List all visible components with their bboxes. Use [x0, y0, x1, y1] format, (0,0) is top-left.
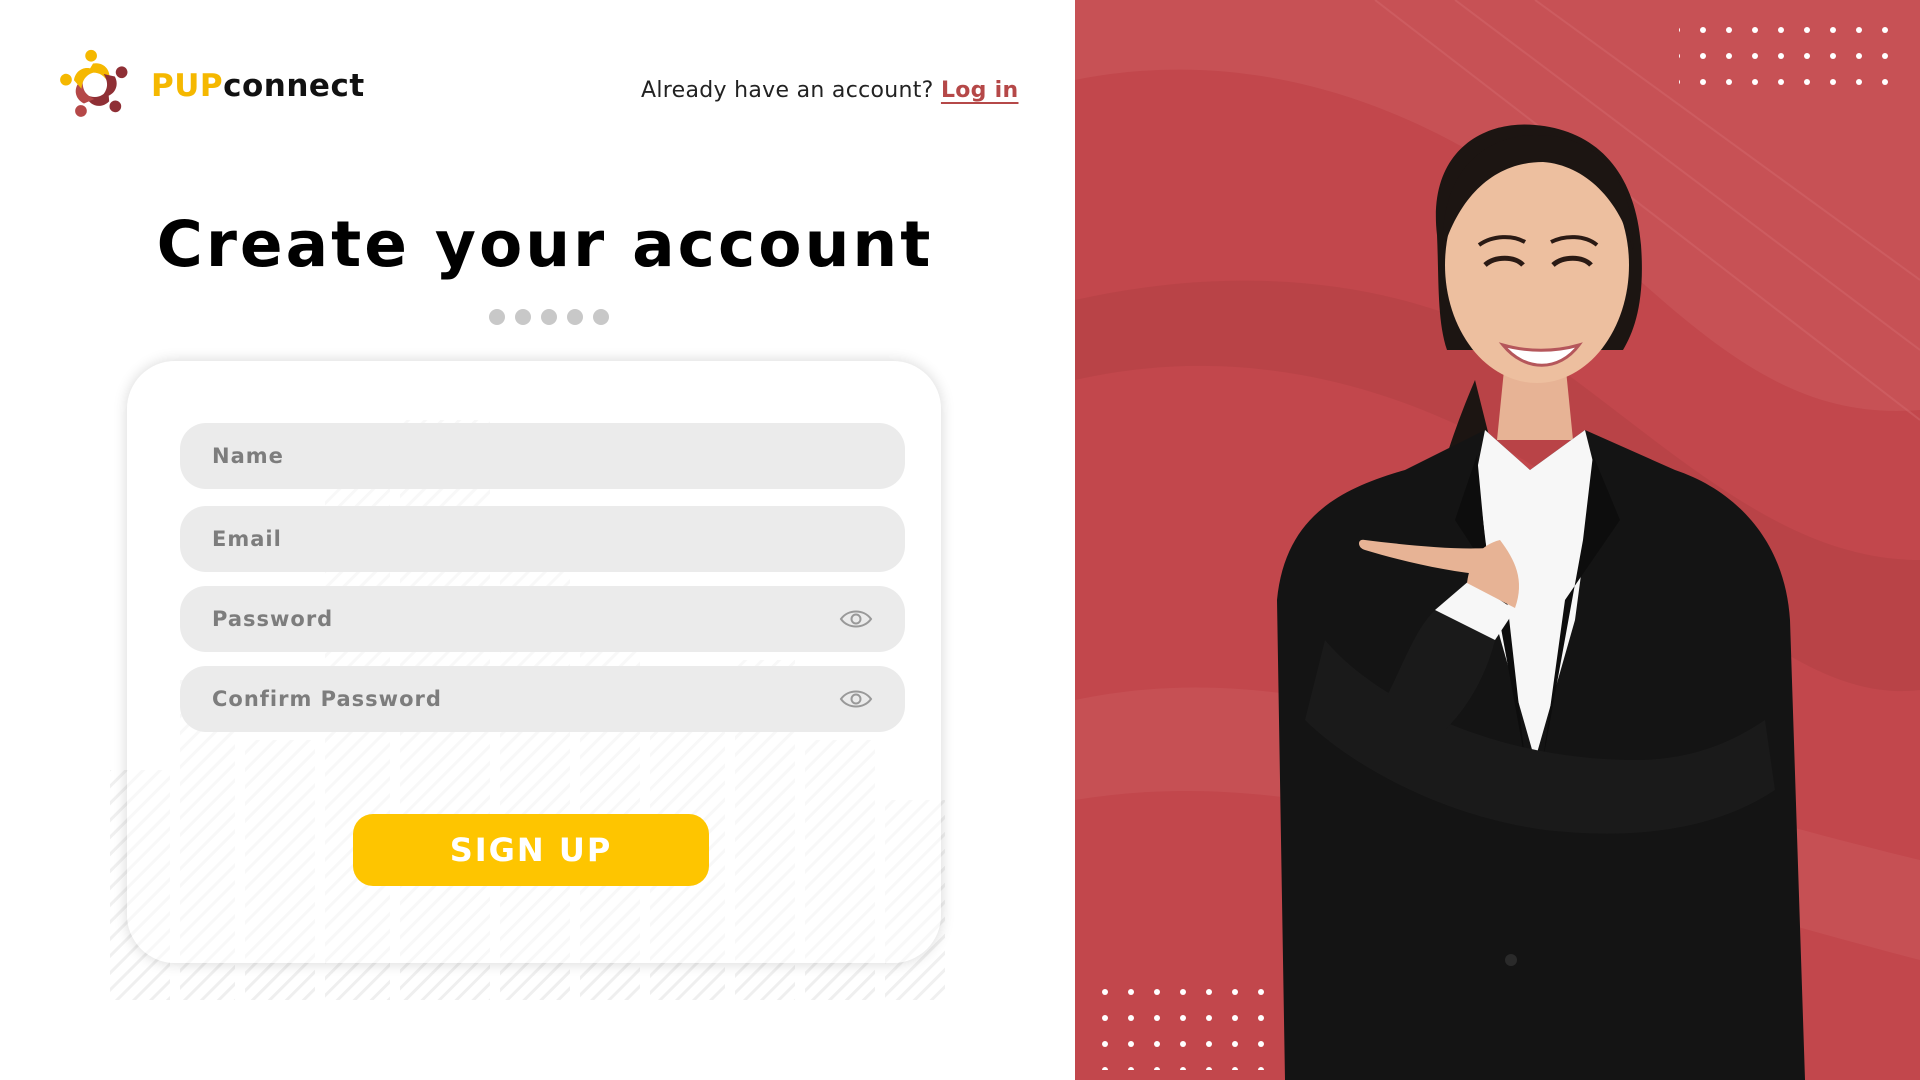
brand-name: PUPconnect — [151, 68, 365, 104]
step-dot — [567, 309, 583, 325]
sign-up-button[interactable]: SIGN UP — [353, 814, 709, 886]
confirm-password-field[interactable]: Confirm Password — [180, 666, 905, 732]
brand-part-1: PUP — [151, 68, 224, 104]
signup-panel: PUPconnect Already have an account? Log … — [0, 0, 1075, 1080]
login-link[interactable]: Log in — [941, 78, 1019, 103]
step-dot — [593, 309, 609, 325]
step-dot — [489, 309, 505, 325]
step-dot — [515, 309, 531, 325]
email-field[interactable]: Email — [180, 506, 905, 572]
dot-grid-bottom — [1083, 974, 1279, 1070]
step-indicator — [489, 309, 609, 325]
logo-people-icon — [60, 49, 128, 117]
page-title: Create your account — [156, 208, 934, 281]
login-prompt: Already have an account? Log in — [641, 78, 1018, 103]
email-field-placeholder: Email — [212, 527, 282, 551]
password-field[interactable]: Password — [180, 586, 905, 652]
dot-grid-top — [1679, 10, 1899, 102]
step-dot — [541, 309, 557, 325]
hero-panel — [1075, 0, 1920, 1080]
hero-illustration — [1075, 0, 1920, 1080]
login-prompt-text: Already have an account? — [641, 78, 934, 103]
confirm-password-placeholder: Confirm Password — [212, 687, 442, 711]
eye-icon[interactable] — [839, 686, 873, 712]
brand-part-2: connect — [223, 68, 365, 104]
password-field-placeholder: Password — [212, 607, 334, 631]
name-field-placeholder: Name — [212, 444, 284, 468]
eye-icon[interactable] — [839, 606, 873, 632]
name-field[interactable]: Name — [180, 423, 905, 489]
